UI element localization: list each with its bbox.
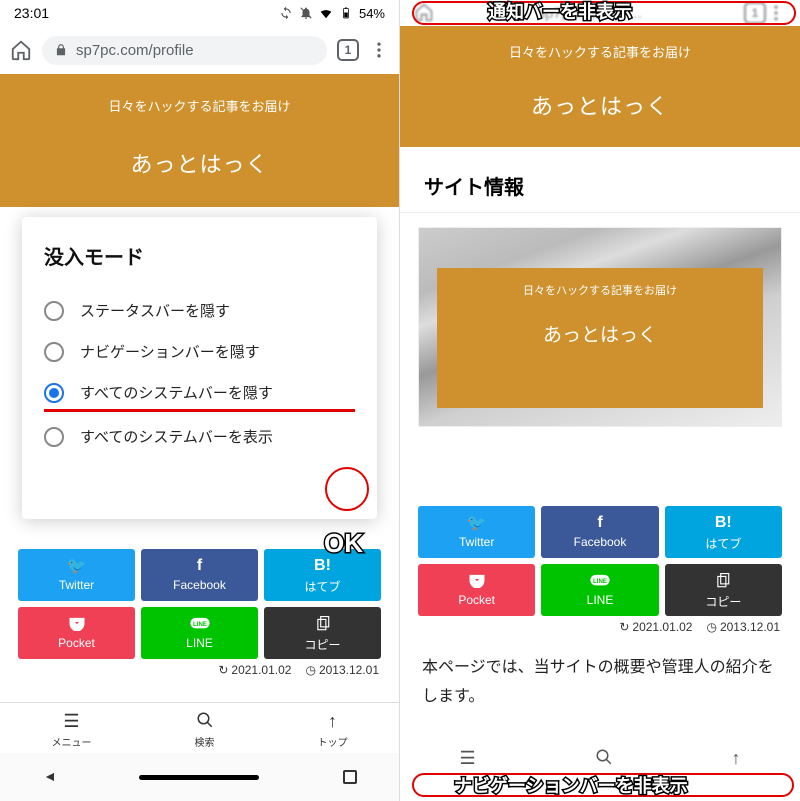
radio-hide-nav[interactable]: ナビゲーションバーを隠す	[44, 331, 355, 372]
copy-icon	[716, 572, 730, 590]
refresh-icon: ↻	[619, 620, 629, 634]
radio-icon	[44, 342, 64, 362]
facebook-icon: f	[597, 514, 602, 532]
share-hatebu[interactable]: B!はてブ	[264, 549, 381, 601]
twitter-icon: 🐦	[467, 514, 487, 532]
created-date: ◷2013.12.01	[305, 663, 379, 677]
facebook-icon: f	[197, 557, 202, 575]
callout-bottom: ナビゲーションバーを非表示	[454, 772, 688, 798]
arrow-up-icon: ↑	[328, 711, 337, 731]
copy-icon	[316, 615, 330, 633]
share-pocket[interactable]: Pocket	[18, 607, 135, 659]
share-facebook[interactable]: fFacebook	[141, 549, 258, 601]
status-icons: 54%	[279, 6, 385, 21]
hatebu-icon: B!	[715, 514, 732, 532]
radio-icon	[44, 427, 64, 447]
header-subtitle: 日々をハックする記事をお届け	[410, 42, 790, 61]
nav-menu[interactable]: ☰メニュー	[52, 711, 92, 749]
section-title: サイト情報	[400, 147, 800, 213]
post-dates: ↻2021.01.02 ◷2013.12.01	[0, 657, 399, 677]
url-text: sp7pc.com/profile	[76, 42, 194, 59]
system-nav: ▲	[0, 753, 399, 801]
phone-right: sp7pc.com/pr… 1 日々をハックする記事をお届け あっとはっく サイ…	[400, 0, 800, 801]
search-icon	[595, 748, 613, 769]
header-subtitle: 日々をハックする記事をお届け	[10, 96, 389, 115]
ok-button-highlight	[325, 467, 369, 511]
radio-icon-checked	[44, 383, 64, 403]
body-text: 本ページでは、当サイトの概要や管理人の紹介をします。	[400, 640, 800, 726]
radio-show-all[interactable]: すべてのシステムバーを表示	[44, 416, 355, 457]
header-title: あっとはっく	[410, 89, 790, 121]
share-twitter[interactable]: 🐦Twitter	[418, 506, 535, 558]
home-icon	[414, 2, 436, 24]
search-icon	[196, 711, 214, 731]
refresh-icon: ↻	[218, 663, 228, 677]
immersive-mode-dialog: 没入モード ステータスバーを隠す ナビゲーションバーを隠す すべてのシステムバー…	[22, 217, 377, 519]
menu-icon: ☰	[63, 711, 79, 731]
menu-icon: ☰	[459, 748, 475, 769]
share-pocket[interactable]: Pocket	[418, 564, 535, 616]
share-copy[interactable]: コピー	[665, 564, 782, 616]
post-dates: ↻2021.01.02 ◷2013.12.01	[400, 614, 800, 634]
ok-button[interactable]: OK	[324, 528, 363, 559]
bottom-icons-blurred: ☰ ↑	[400, 748, 800, 769]
bell-off-icon	[299, 6, 313, 20]
line-icon: LINE	[189, 615, 211, 633]
share-twitter[interactable]: 🐦Twitter	[18, 549, 135, 601]
hatebu-icon: B!	[314, 557, 331, 575]
pocket-icon	[69, 615, 85, 633]
pocket-icon	[469, 572, 485, 590]
radio-hide-status[interactable]: ステータスバーを隠す	[44, 290, 355, 331]
updated-date: ↻2021.01.02	[218, 663, 291, 677]
url-bar[interactable]: sp7pc.com/profile	[42, 36, 327, 65]
rotate-icon	[279, 6, 293, 20]
wifi-icon	[319, 6, 333, 20]
phone-left: 23:01 54% sp7pc.com/profile 1 日々をハックする記事…	[0, 0, 400, 801]
battery-pct: 54%	[359, 6, 385, 21]
radio-hide-all[interactable]: すべてのシステムバーを隠す	[44, 372, 355, 412]
battery-icon	[339, 6, 353, 20]
thumbnail-card: 日々をハックする記事をお届け あっとはっく	[418, 227, 782, 427]
status-time: 23:01	[14, 5, 49, 21]
nav-search[interactable]: 検索	[195, 711, 215, 749]
back-button[interactable]: ▲	[41, 770, 57, 784]
share-hatebu[interactable]: B!はてブ	[665, 506, 782, 558]
created-date: ◷2013.12.01	[706, 620, 780, 634]
share-buttons: 🐦Twitter fFacebook B!はてブ Pocket LINELINE…	[400, 506, 800, 616]
more-icon[interactable]	[369, 40, 389, 60]
svg-text:LINE: LINE	[193, 621, 207, 628]
bottom-nav: ☰メニュー 検索 ↑トップ	[0, 702, 399, 753]
radio-icon	[44, 301, 64, 321]
tab-count[interactable]: 1	[337, 39, 359, 61]
share-facebook[interactable]: fFacebook	[541, 506, 658, 558]
share-copy[interactable]: コピー	[264, 607, 381, 659]
nav-top[interactable]: ↑トップ	[318, 711, 348, 749]
page-header: 日々をハックする記事をお届け あっとはっく	[0, 74, 399, 207]
twitter-icon: 🐦	[67, 557, 87, 575]
line-icon: LINE	[589, 572, 611, 590]
share-line[interactable]: LINELINE	[141, 607, 258, 659]
more-icon	[766, 3, 786, 23]
home-pill[interactable]	[139, 775, 259, 780]
home-icon[interactable]	[10, 39, 32, 61]
tab-count: 1	[744, 2, 766, 24]
clock-icon: ◷	[706, 620, 716, 634]
recents-button[interactable]	[343, 770, 357, 784]
share-buttons: 🐦Twitter fFacebook B!はてブ Pocket LINELINE…	[0, 549, 399, 659]
browser-bar: sp7pc.com/profile 1	[0, 26, 399, 74]
callout-top: 通知バーを非表示	[488, 0, 632, 24]
arrow-up-icon: ↑	[732, 748, 741, 769]
header-title: あっとはっく	[10, 147, 389, 179]
updated-date: ↻2021.01.02	[619, 620, 692, 634]
share-line[interactable]: LINELINE	[541, 564, 658, 616]
status-bar: 23:01 54%	[0, 0, 399, 26]
svg-text:LINE: LINE	[593, 578, 607, 585]
dialog-title: 没入モード	[44, 241, 355, 270]
lock-icon	[54, 43, 68, 57]
clock-icon: ◷	[305, 663, 315, 677]
page-header: 日々をハックする記事をお届け あっとはっく	[400, 26, 800, 147]
